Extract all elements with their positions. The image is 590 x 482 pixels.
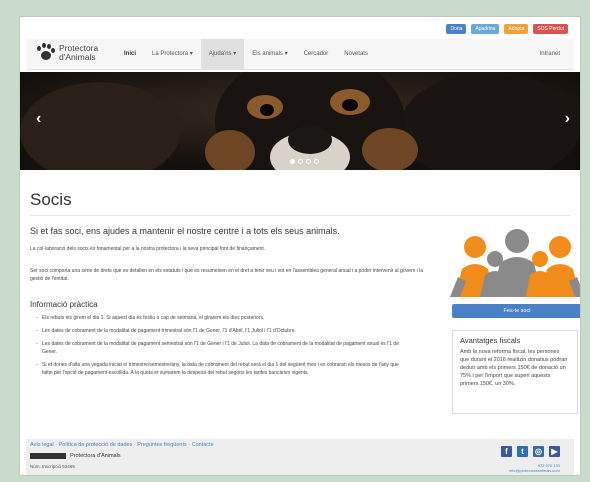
members-icon bbox=[450, 229, 580, 297]
footer-org-name: Protectora d'Animals bbox=[70, 453, 121, 459]
lead-text: Si et fas soci, ens ajudes a mantenir el… bbox=[30, 226, 340, 236]
carousel-dot[interactable] bbox=[314, 159, 319, 164]
list-item: Si et dones d'alta una vegada iniciat el… bbox=[36, 361, 406, 377]
creative-commons-badge[interactable] bbox=[30, 453, 66, 459]
logo[interactable]: Protectora d'Animals bbox=[36, 43, 98, 63]
nav-item-animals[interactable]: Els animals ▾ bbox=[244, 39, 295, 69]
logo-line2: d'Animals bbox=[59, 52, 96, 62]
join-button[interactable]: Fes-te soci bbox=[452, 304, 580, 318]
list-item: Els rebuts els girem el dia 1. Si aquest… bbox=[36, 314, 406, 322]
list-item: Les dates de cobrament de la modalitat d… bbox=[36, 340, 406, 356]
carousel-dot[interactable] bbox=[290, 159, 295, 164]
social-links: f t ◎ ▶ bbox=[501, 446, 560, 457]
instagram-icon[interactable]: ◎ bbox=[533, 446, 544, 457]
nav-menu: Inici La Protectora ▾ Ajuda'ns ▾ Els ani… bbox=[116, 39, 376, 69]
paw-icon bbox=[36, 43, 56, 63]
donate-button[interactable]: Dona bbox=[446, 24, 467, 34]
registration-number: Núm. Inscripció 53469 bbox=[30, 464, 75, 469]
info-list: Els rebuts els girem el dia 1. Si aquest… bbox=[36, 314, 406, 382]
intro-paragraph: La col·laboració dels socis és fonamenta… bbox=[30, 246, 266, 252]
sponsor-button[interactable]: Apadrina bbox=[471, 24, 500, 34]
nav-item-la-protectora[interactable]: La Protectora ▾ bbox=[144, 39, 201, 69]
page-title: Socis bbox=[30, 190, 72, 209]
nav-item-home[interactable]: Inici bbox=[116, 39, 144, 69]
list-item: Les dates de cobrament de la modalitat d… bbox=[36, 327, 406, 335]
youtube-icon[interactable]: ▶ bbox=[549, 446, 560, 457]
page: Dona Apadrina Adopta SOS Perdut Protecto… bbox=[19, 16, 581, 476]
adopt-button[interactable]: Adopta bbox=[504, 24, 529, 34]
carousel-dot[interactable] bbox=[306, 159, 311, 164]
footer-links[interactable]: Avís legal · Política de protecció de da… bbox=[30, 442, 214, 448]
contact-info: 972 570 133 info@protectoraanimals.com bbox=[509, 463, 560, 473]
carousel-prev-button[interactable]: ‹ bbox=[36, 110, 41, 128]
fiscal-title: Avantatges fiscals bbox=[460, 336, 521, 345]
carousel-dot[interactable] bbox=[298, 159, 303, 164]
dog-photo bbox=[20, 72, 580, 170]
twitter-icon[interactable]: t bbox=[517, 446, 528, 457]
top-actions: Dona Apadrina Adopta SOS Perdut bbox=[446, 24, 568, 34]
carousel-indicators bbox=[290, 159, 319, 164]
fiscal-text: Amb la nova reforma fiscal, les persones… bbox=[460, 349, 568, 387]
footer: Avís legal · Política de protecció de da… bbox=[26, 439, 574, 475]
contact-email[interactable]: info@protectoraanimals.com bbox=[509, 468, 560, 473]
rights-paragraph: Ser soci comporta una sèrie de drets que… bbox=[30, 268, 424, 282]
intranet-link[interactable]: Intranet bbox=[540, 39, 560, 69]
hero-carousel: ‹ › bbox=[20, 72, 580, 170]
facebook-icon[interactable]: f bbox=[501, 446, 512, 457]
nav-item-search[interactable]: Cercador bbox=[296, 39, 337, 69]
sos-lost-button[interactable]: SOS Perdut bbox=[533, 24, 568, 34]
info-heading: Informació pràctica bbox=[30, 300, 98, 309]
navbar: Protectora d'Animals Inici La Protectora… bbox=[26, 39, 574, 70]
divider bbox=[30, 215, 570, 216]
fiscal-benefits-box: Avantatges fiscals Amb la nova reforma f… bbox=[452, 330, 578, 414]
carousel-next-button[interactable]: › bbox=[565, 110, 570, 128]
nav-item-help-us[interactable]: Ajuda'ns ▾ bbox=[200, 39, 245, 69]
nav-item-news[interactable]: Novetats bbox=[336, 39, 376, 69]
